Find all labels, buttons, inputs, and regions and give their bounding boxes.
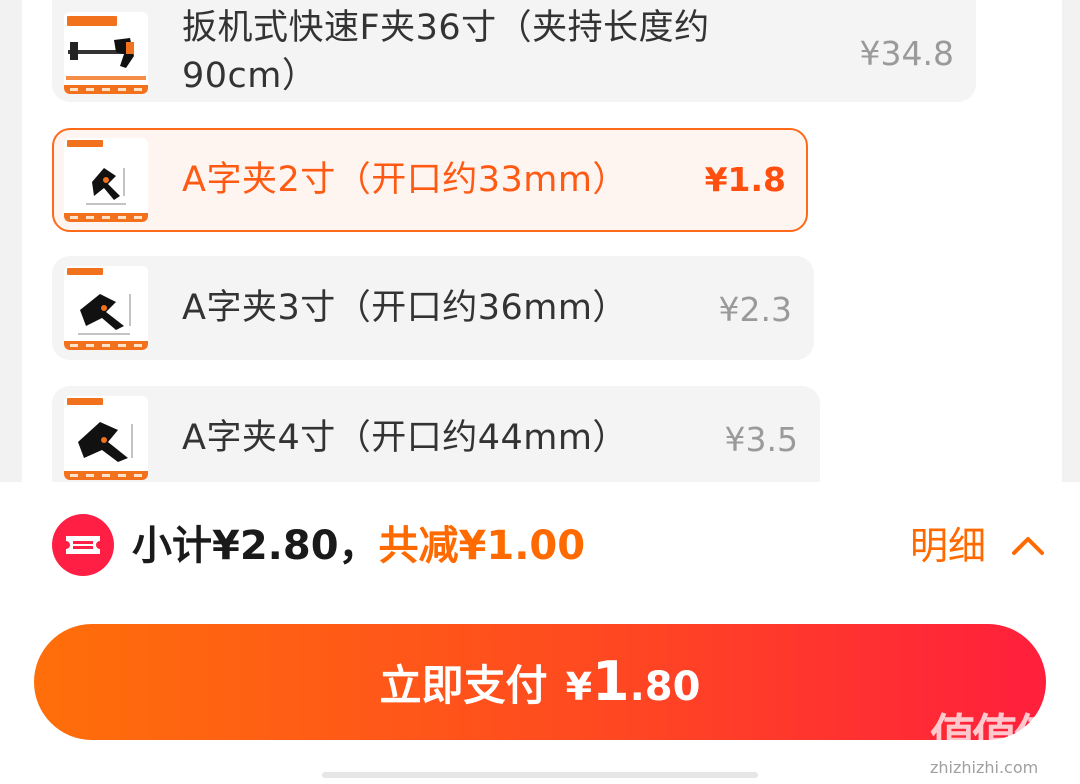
discount-amount: 共减¥1.00 [378,523,586,569]
price-summary-bar: 小计¥2.80，共减¥1.00 明细 [0,482,1080,612]
sku-name: A字夹4寸（开口约44mm） [182,418,628,458]
sku-price: ¥1.8 [704,160,786,199]
site-watermark: 值值值 zhizhizhi.com [928,700,1078,784]
pay-amount-int: 1 [592,650,630,713]
sku-price: ¥3.5 [724,420,798,459]
sku-sheet-background: 扳机式快速F夹36寸（夹持长度约 90cm） ¥34.8 A字夹2寸（开口约33… [0,0,1080,482]
watermark-domain: zhizhizhi.com [930,758,1039,777]
sku-name: 扳机式快速F夹36寸（夹持长度约 90cm） [182,4,710,100]
detail-toggle-button[interactable]: 明细 [910,518,1044,574]
detail-label: 明细 [910,524,987,568]
thumbnail-info-strip [64,341,148,350]
sku-price: ¥2.3 [718,290,792,329]
f-clamp-icon [66,38,146,80]
a-clamp-icon [86,168,126,205]
sku-thumbnail [64,12,148,94]
sku-price: ¥34.8 [859,34,954,73]
pay-currency: ¥ [565,665,593,709]
watermark-logo: 值值值 [930,709,1060,763]
sku-name-line2: 90cm） [182,56,318,96]
sku-thumbnail [64,396,148,480]
thumbnail-info-strip [64,213,148,222]
chevron-up-icon [1012,537,1044,555]
sku-option-f-clamp[interactable]: 扳机式快速F夹36寸（夹持长度约 90cm） ¥34.8 [52,0,976,102]
a-clamp-icon [78,294,131,335]
pay-amount-dec: .80 [629,664,701,710]
pay-now-button[interactable]: 立即支付 ¥1.80 [34,624,1046,740]
pay-now-text: 立即支付 [379,661,548,710]
coupon-icon [52,514,114,576]
sku-name: A字夹3寸（开口约36mm） [182,288,628,328]
a-clamp-icon [78,422,133,462]
sku-name-line1: 扳机式快速F夹36寸（夹持长度约 [182,8,710,48]
sku-name: A字夹2寸（开口约33mm） [182,160,628,200]
sku-thumbnail [64,138,148,222]
thumbnail-info-strip [64,471,148,480]
sku-option-a-clamp-3in[interactable]: A字夹3寸（开口约36mm） ¥2.3 [52,256,814,360]
thumbnail-info-strip [64,85,148,94]
sku-option-a-clamp-4in[interactable]: A字夹4寸（开口约44mm） ¥3.5 [52,386,820,482]
home-indicator[interactable] [322,772,758,778]
sku-thumbnail [64,266,148,350]
subtotal-text: 小计¥2.80，共减¥1.00 [132,518,585,574]
subtotal-amount: 小计¥2.80， [132,523,379,569]
pay-now-label: 立即支付 ¥1.80 [34,624,1046,740]
sku-list[interactable]: 扳机式快速F夹36寸（夹持长度约 90cm） ¥34.8 A字夹2寸（开口约33… [22,0,1062,482]
sku-option-a-clamp-2in[interactable]: A字夹2寸（开口约33mm） ¥1.8 [52,128,808,232]
